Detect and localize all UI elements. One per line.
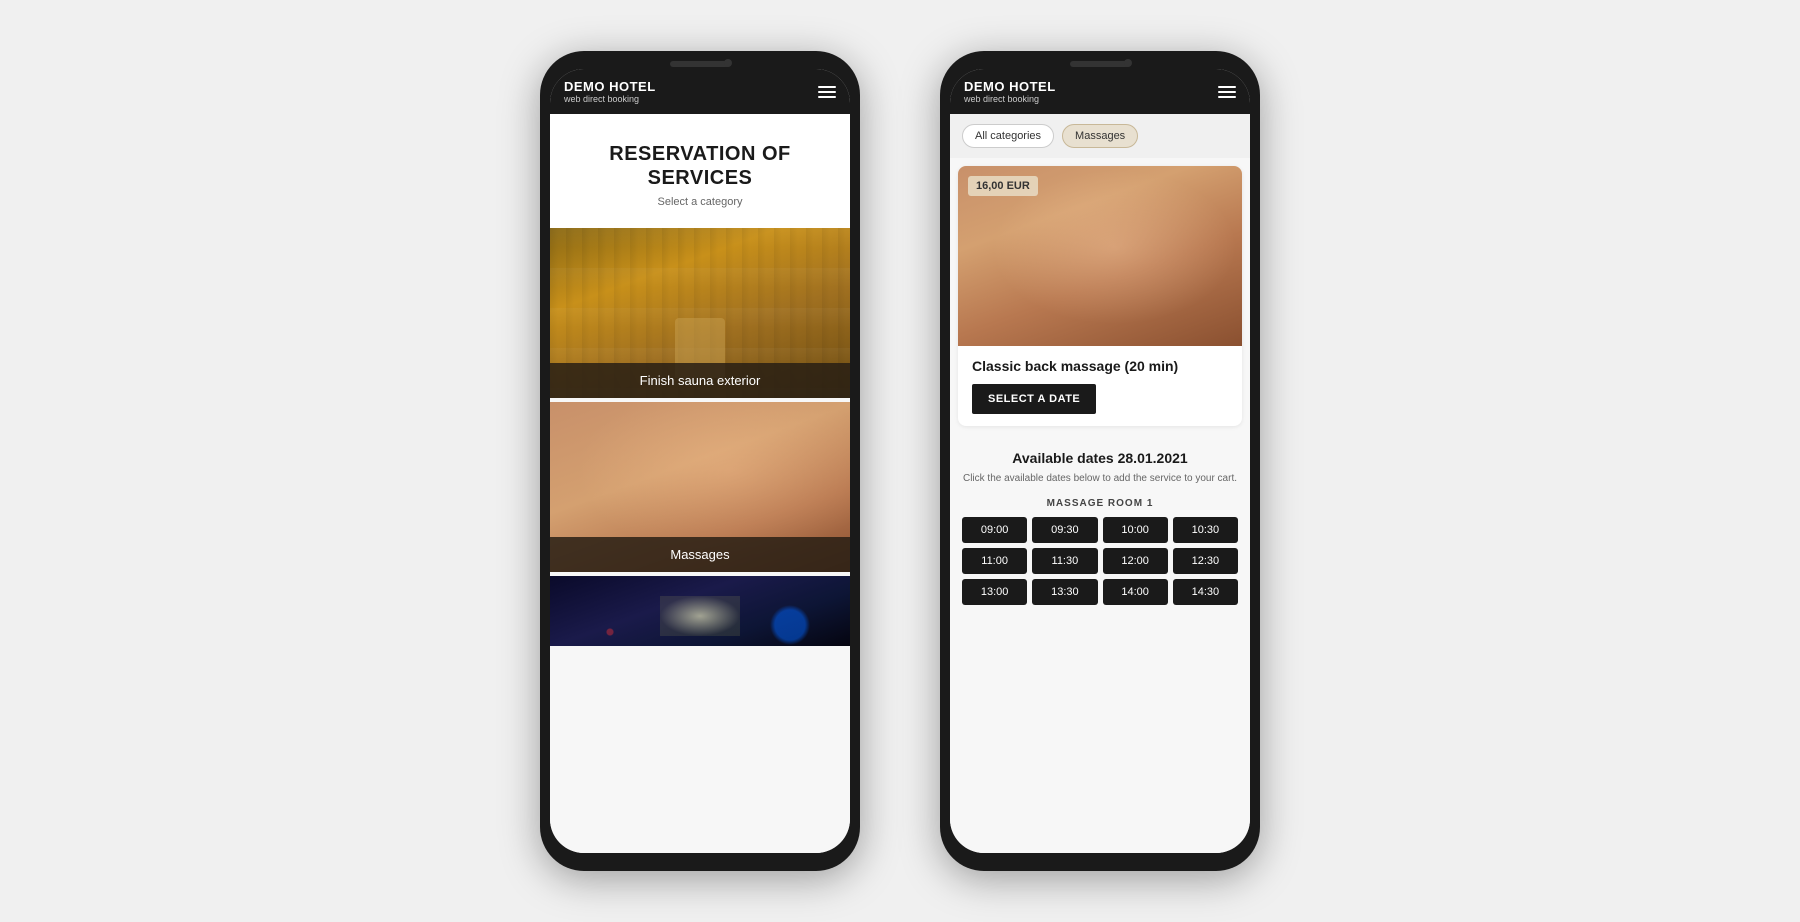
phone-right-screen: DEMO HOTEL web direct booking All catego… [950,69,1250,853]
time-slot[interactable]: 13:00 [962,579,1027,605]
services-title: RESERVATION OFSERVICES [570,142,830,190]
time-slot[interactable]: 12:00 [1103,548,1168,574]
brand-name-left: DEMO HOTEL [564,79,656,94]
massages-label: Massages [550,537,850,572]
category-card-massages[interactable]: Massages [550,402,850,572]
app-header-left: DEMO HOTEL web direct booking [550,69,850,114]
service-name: Classic back massage (20 min) [972,358,1228,374]
sauna-label: Finish sauna exterior [550,363,850,398]
services-subtitle: Select a category [570,196,830,208]
services-screen: RESERVATION OFSERVICES Select a category… [550,114,850,853]
filter-massages-btn[interactable]: Massages [1062,124,1138,148]
time-grid: 09:0009:3010:0010:30 11:0011:3012:0012:30… [962,517,1238,605]
service-card-image: 16,00 EUR [958,166,1242,346]
price-badge: 16,00 EUR [968,176,1038,196]
availability-desc: Click the available dates below to add t… [962,472,1238,486]
availability-title: Available dates 28.01.2021 [962,450,1238,466]
brand-sub-right: web direct booking [964,94,1056,104]
time-slot[interactable]: 14:30 [1173,579,1238,605]
header-brand-left: DEMO HOTEL web direct booking [564,79,656,104]
filter-bar: All categories Massages [950,114,1250,158]
select-date-button[interactable]: SELECT A DATE [972,384,1096,414]
category-card-sauna[interactable]: Finish sauna exterior [550,228,850,398]
service-card-body: Classic back massage (20 min) SELECT A D… [958,346,1242,426]
phone-left: DEMO HOTEL web direct booking RESERVATIO… [540,51,860,871]
category-card-bowling[interactable] [550,576,850,646]
services-title-area: RESERVATION OFSERVICES Select a category [550,114,850,228]
time-slot[interactable]: 10:00 [1103,517,1168,543]
hamburger-icon-left[interactable] [818,86,836,98]
time-slot[interactable]: 13:30 [1032,579,1097,605]
time-slot[interactable]: 11:30 [1032,548,1097,574]
time-slot[interactable]: 09:30 [1032,517,1097,543]
detail-screen: 16,00 EUR Classic back massage (20 min) … [950,158,1250,853]
time-slot[interactable]: 10:30 [1173,517,1238,543]
filter-all-btn[interactable]: All categories [962,124,1054,148]
phone-right: DEMO HOTEL web direct booking All catego… [940,51,1260,871]
header-brand-right: DEMO HOTEL web direct booking [964,79,1056,104]
time-slot[interactable]: 09:00 [962,517,1027,543]
time-slot[interactable]: 12:30 [1173,548,1238,574]
time-slot[interactable]: 14:00 [1103,579,1168,605]
brand-name-right: DEMO HOTEL [964,79,1056,94]
availability-section: Available dates 28.01.2021 Click the ava… [950,434,1250,621]
bowling-image [550,576,850,646]
hamburger-icon-right[interactable] [1218,86,1236,98]
time-slot[interactable]: 11:00 [962,548,1027,574]
room-label: MASSAGE ROOM 1 [962,498,1238,509]
brand-sub-left: web direct booking [564,94,656,104]
phone-left-screen: DEMO HOTEL web direct booking RESERVATIO… [550,69,850,853]
app-header-right: DEMO HOTEL web direct booking [950,69,1250,114]
service-card: 16,00 EUR Classic back massage (20 min) … [958,166,1242,426]
